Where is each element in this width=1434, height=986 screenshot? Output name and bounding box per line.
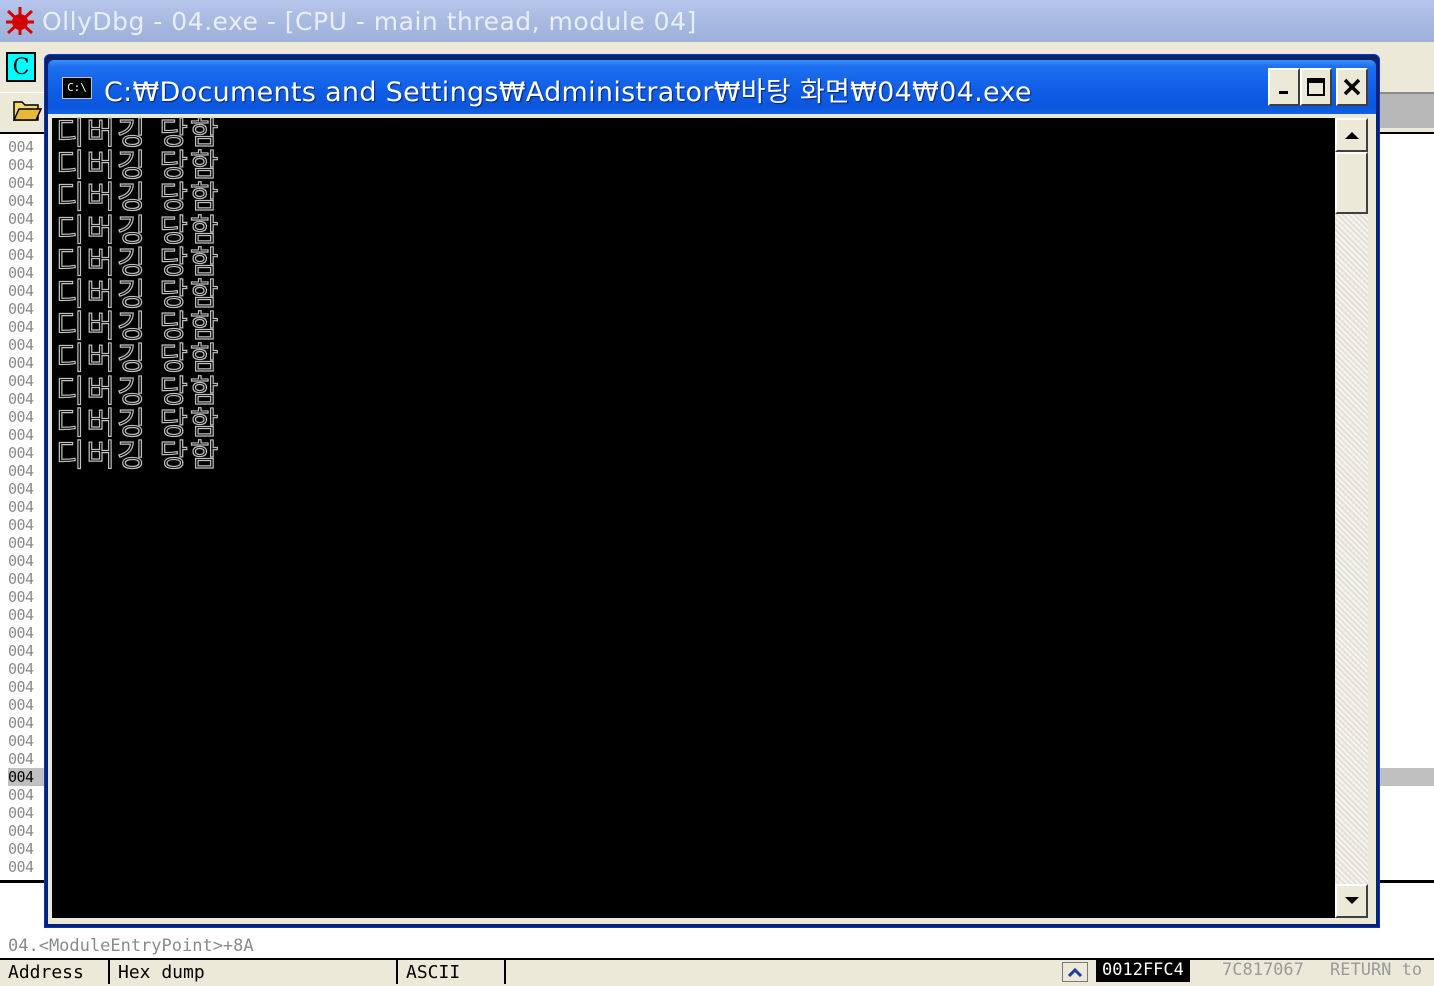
triangle-down-icon (1344, 897, 1359, 904)
chevron-up-icon (1067, 967, 1083, 977)
console-line: 디버깅 당함 (55, 244, 221, 281)
close-icon (1343, 78, 1361, 96)
close-button[interactable] (1336, 68, 1368, 106)
address-cell[interactable]: 004 (8, 372, 48, 390)
scroll-up-button[interactable] (1335, 118, 1368, 152)
address-cell[interactable]: 004 (8, 228, 48, 246)
address-cell[interactable]: 004 (8, 246, 48, 264)
console-lines: 디버깅 당함 디버깅 당함 디버깅 당함 디버깅 당함 디버깅 당함 디버깅 당함 디버깅 … (55, 116, 221, 474)
scrollbar-thumb[interactable] (1335, 152, 1368, 214)
minimize-button[interactable] (1268, 68, 1300, 106)
console-line: 디버깅 당함 (55, 309, 221, 346)
console-scrollbar[interactable] (1335, 118, 1368, 918)
selected-row-highlight (1378, 768, 1434, 786)
address-cell[interactable]: 004 (8, 786, 48, 804)
address-cell[interactable]: 004 (8, 282, 48, 300)
address-cell[interactable]: 004 (8, 480, 48, 498)
stack-scroll-up-button[interactable] (1062, 962, 1088, 982)
address-cell[interactable]: 004 (8, 516, 48, 534)
dump-col-address[interactable]: Address (0, 960, 110, 984)
address-cell[interactable]: 004 (8, 390, 48, 408)
address-cell[interactable]: 004 (8, 426, 48, 444)
console-line: 디버깅 당함 (55, 437, 221, 474)
console-output-area[interactable] (52, 118, 1335, 918)
console-window-title: C:₩Documents and Settings₩Administrator₩… (104, 77, 1032, 108)
console-line: 디버깅 당함 (55, 116, 221, 152)
address-cell[interactable]: 004 (8, 174, 48, 192)
console-line: 디버깅 당함 (55, 148, 221, 185)
address-cell[interactable]: 004 (8, 570, 48, 588)
dump-col-hex[interactable]: Hex dump (110, 960, 398, 984)
console-line: 디버깅 당함 (55, 341, 221, 378)
address-cell[interactable]: 004 (8, 408, 48, 426)
open-folder-icon[interactable] (12, 96, 43, 122)
address-cell[interactable]: 004 (8, 318, 48, 336)
address-cell[interactable]: 004 (8, 696, 48, 714)
address-cell[interactable]: 004 (8, 588, 48, 606)
dump-header: Address Hex dump ASCII (0, 958, 1060, 984)
address-cell[interactable]: 004 (8, 642, 48, 660)
address-cell[interactable]: 004 (8, 750, 48, 768)
olly-titlebar[interactable]: OllyDbg - 04.exe - [CPU - main thread, m… (0, 0, 1434, 42)
olly-window-title: OllyDbg - 04.exe - [CPU - main thread, m… (42, 6, 697, 36)
address-cell[interactable]: 004 (8, 858, 48, 876)
console-app-icon[interactable]: C:\ (62, 77, 92, 99)
address-cell[interactable]: 004 (8, 714, 48, 732)
address-cell[interactable]: 004 (8, 768, 48, 786)
address-cell[interactable]: 004 (8, 138, 48, 156)
maximize-icon (1307, 78, 1325, 96)
console-line: 디버깅 당함 (55, 276, 221, 313)
address-cell[interactable]: 004 (8, 354, 48, 372)
info-text: 04.<ModuleEntryPoint>+8A (8, 936, 254, 956)
cpu-window-icon[interactable]: C (6, 52, 36, 82)
ollydbg-bug-icon (2, 3, 38, 39)
address-cell[interactable]: 004 (8, 660, 48, 678)
address-cell[interactable]: 004 (8, 534, 48, 552)
address-cell[interactable]: 004 (8, 264, 48, 282)
dump-col-ascii[interactable]: ASCII (398, 960, 506, 984)
address-cell[interactable]: 004 (8, 498, 48, 516)
toolbar-right-panel (1378, 92, 1434, 128)
address-cell[interactable]: 004 (8, 678, 48, 696)
address-cell[interactable]: 004 (8, 444, 48, 462)
console-line: 디버깅 당함 (55, 212, 221, 249)
address-cell[interactable]: 004 (8, 804, 48, 822)
maximize-button[interactable] (1300, 68, 1332, 106)
address-cell[interactable]: 004 (8, 300, 48, 318)
scroll-down-button[interactable] (1335, 884, 1368, 918)
minimize-icon (1279, 91, 1288, 94)
address-cell[interactable]: 004 (8, 606, 48, 624)
address-cell[interactable]: 004 (8, 210, 48, 228)
address-column: 004 004 004 004 004 004 004 004 004 004 004 004 004 0… (8, 138, 48, 876)
address-cell[interactable]: 004 (8, 822, 48, 840)
console-line: 디버깅 당함 (55, 373, 221, 410)
triangle-up-icon (1344, 132, 1359, 139)
address-cell[interactable]: 004 (8, 840, 48, 858)
address-cell[interactable]: 004 (8, 732, 48, 750)
address-cell[interactable]: 004 (8, 552, 48, 570)
console-line: 디버깅 당함 (55, 405, 221, 442)
stack-comment: RETURN to (1330, 960, 1423, 980)
address-cell[interactable]: 004 (8, 156, 48, 174)
console-line: 디버깅 당함 (55, 180, 221, 217)
address-cell[interactable]: 004 (8, 624, 48, 642)
address-cell[interactable]: 004 (8, 462, 48, 480)
stack-address[interactable]: 0012FFC4 (1096, 960, 1190, 982)
stack-value: 7C817067 (1222, 960, 1304, 980)
address-cell[interactable]: 004 (8, 336, 48, 354)
address-cell[interactable]: 004 (8, 192, 48, 210)
